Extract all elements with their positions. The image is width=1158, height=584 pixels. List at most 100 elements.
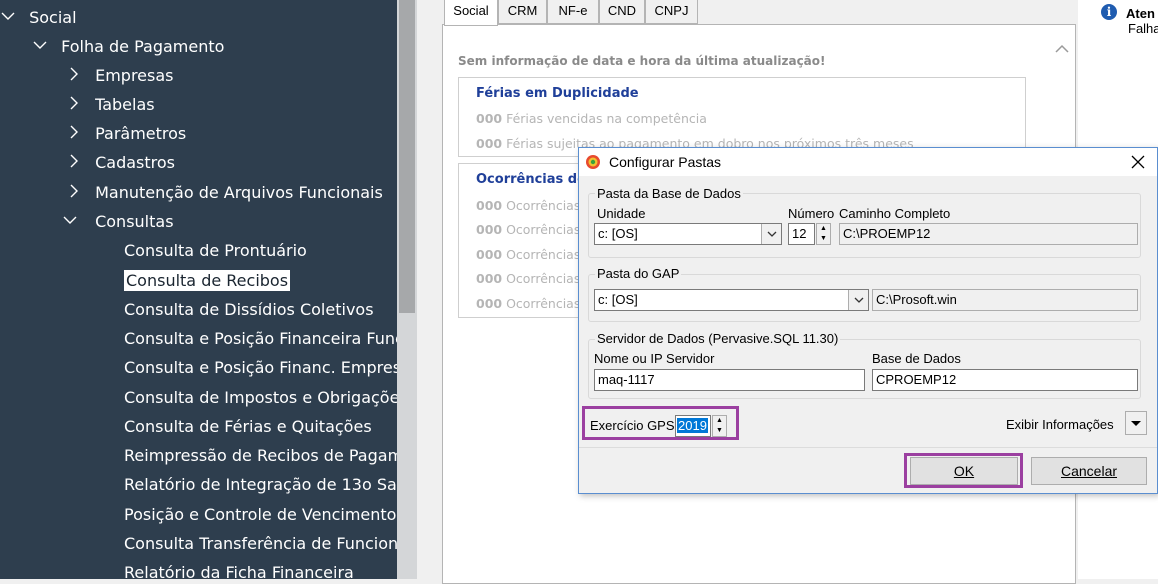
tree-item-tabelas[interactable]: Tabelas bbox=[66, 90, 155, 119]
tree-item-label: Folha de Pagamento bbox=[61, 37, 225, 56]
alert-text: Falha bbox=[1128, 21, 1158, 36]
gap-path-value: C:\Prosoft.win bbox=[876, 292, 957, 307]
tree-leaf-label: Consulta e Posição Financeira Funci bbox=[124, 329, 397, 348]
cancel-button[interactable]: Cancelar bbox=[1031, 457, 1147, 485]
tree-leaf-label: Consulta de Prontuário bbox=[124, 241, 307, 260]
tree-leaf-label: Consulta de Férias e Quitações bbox=[124, 417, 372, 436]
ocorrencias-line: 000 Ocorrências bbox=[476, 247, 580, 262]
tree-item-label: Cadastros bbox=[95, 153, 175, 172]
tree-leaf-label: Relatório de Integração de 13o Salár bbox=[124, 475, 397, 494]
tree-leaf-label: Consulta de Recibos bbox=[124, 270, 291, 291]
scroll-up-icon[interactable] bbox=[1054, 42, 1072, 62]
chevron-right-icon bbox=[66, 91, 82, 120]
tree-item-social[interactable]: Social bbox=[0, 3, 77, 32]
sidebar-scroll-thumb[interactable] bbox=[399, 0, 415, 313]
line-text: Ocorrências bbox=[506, 247, 581, 262]
base-dados-legend: Pasta da Base de Dados bbox=[595, 186, 743, 201]
chevron-down-icon[interactable] bbox=[848, 290, 868, 310]
numero-input[interactable]: 12 bbox=[788, 223, 815, 245]
divider bbox=[579, 447, 1157, 448]
update-info-text: Sem informação de data e hora da última … bbox=[458, 54, 826, 68]
tab-nfe[interactable]: NF-e bbox=[547, 0, 599, 24]
ok-highlight bbox=[904, 453, 1023, 488]
tree-item-label: Consultas bbox=[95, 212, 174, 231]
gap-unidade-combo[interactable]: c: [OS] bbox=[594, 289, 869, 311]
tree-leaf-posicao-financ-empresa[interactable]: Consulta e Posição Financ. Empresar bbox=[124, 353, 397, 382]
close-icon[interactable] bbox=[1127, 151, 1149, 173]
base-dados-input[interactable]: CPROEMP12 bbox=[872, 369, 1138, 391]
numero-value: 12 bbox=[792, 226, 807, 241]
ocorrencias-title: Ocorrências de bbox=[476, 172, 586, 187]
unidade-combo[interactable]: c: [OS] bbox=[594, 223, 782, 245]
tree-leaf-ficha-financeira[interactable]: Relatório da Ficha Financeira bbox=[124, 558, 354, 579]
line-text: Ocorrências bbox=[506, 296, 581, 311]
chevron-right-icon bbox=[66, 120, 82, 149]
gap-legend: Pasta do GAP bbox=[595, 266, 682, 281]
count: 000 bbox=[476, 198, 503, 213]
tree-leaf-dissidios[interactable]: Consulta de Dissídios Coletivos bbox=[124, 295, 374, 324]
tab-cnpj[interactable]: CNPJ bbox=[645, 0, 698, 24]
alert-title: Aten bbox=[1126, 6, 1155, 21]
tree-leaf-label: Consulta e Posição Financ. Empresar bbox=[124, 358, 397, 377]
chevron-down-icon bbox=[0, 4, 16, 33]
servidor-input[interactable]: maq-1117 bbox=[594, 369, 865, 391]
ocorrencias-line: 000 Ocorrências bbox=[476, 271, 580, 286]
tree-item-parametros[interactable]: Parâmetros bbox=[66, 119, 186, 148]
tree-item-label: Tabelas bbox=[95, 95, 155, 114]
tree-leaf-reimpressao-recibos[interactable]: Reimpressão de Recibos de Pagamen bbox=[124, 441, 397, 470]
gap-unidade-value: c: [OS] bbox=[598, 292, 638, 307]
tree-leaf-posicao-financeira-func[interactable]: Consulta e Posição Financeira Funci bbox=[124, 324, 397, 353]
chevron-down-icon[interactable] bbox=[761, 224, 781, 244]
tree-leaf-label: Consulta de Impostos e Obrigações bbox=[124, 388, 397, 407]
tree-item-cadastros[interactable]: Cadastros bbox=[66, 148, 175, 177]
gap-path-field: C:\Prosoft.win bbox=[872, 289, 1138, 311]
tree-leaf-consulta-prontuario[interactable]: Consulta de Prontuário bbox=[124, 236, 307, 265]
base-dados-value: CPROEMP12 bbox=[876, 372, 957, 387]
tree-item-consultas[interactable]: Consultas bbox=[62, 207, 174, 236]
tree-item-empresas[interactable]: Empresas bbox=[66, 61, 174, 90]
tree-leaf-impostos[interactable]: Consulta de Impostos e Obrigações bbox=[124, 383, 397, 412]
tab-social[interactable]: Social bbox=[444, 0, 498, 26]
tree-item-label: Parâmetros bbox=[95, 124, 187, 143]
base-dados-label: Base de Dados bbox=[872, 351, 961, 366]
info-icon: i bbox=[1101, 4, 1117, 20]
chevron-down-icon bbox=[62, 208, 78, 237]
ferias-title: Férias em Duplicidade bbox=[476, 86, 639, 101]
unidade-label: Unidade bbox=[597, 206, 646, 221]
exercicio-highlight bbox=[582, 406, 739, 440]
tree-leaf-transferencia[interactable]: Consulta Transferência de Funcioná bbox=[124, 529, 397, 558]
tree-leaf-ferias-quitacoes[interactable]: Consulta de Férias e Quitações bbox=[124, 412, 372, 441]
navigation-tree: Social Folha de Pagamento Empresas Tabel… bbox=[0, 0, 397, 579]
tree-item-manutencao-arquivos[interactable]: Manutenção de Arquivos Funcionais bbox=[66, 178, 383, 207]
tree-leaf-integracao-13[interactable]: Relatório de Integração de 13o Salár bbox=[124, 470, 397, 499]
tree-item-folha-de-pagamento[interactable]: Folha de Pagamento bbox=[32, 32, 224, 61]
spin-up-icon[interactable]: ▲ bbox=[817, 224, 830, 234]
tree-leaf-consulta-recibos[interactable]: Consulta de Recibos bbox=[124, 266, 291, 295]
numero-label: Número bbox=[788, 206, 835, 221]
ocorrencias-line: 000 Ocorrências bbox=[476, 296, 580, 311]
numero-spinner[interactable]: ▲ ▼ bbox=[816, 223, 831, 245]
line-text: Férias vencidas na competência bbox=[506, 111, 707, 126]
count: 000 bbox=[476, 136, 503, 151]
line-text: Ocorrências bbox=[506, 198, 581, 213]
tab-crm[interactable]: CRM bbox=[498, 0, 547, 24]
unidade-value: c: [OS] bbox=[598, 226, 638, 241]
ferias-line: 000 Férias vencidas na competência bbox=[476, 111, 707, 126]
servidor-value: maq-1117 bbox=[598, 372, 655, 387]
tree-leaf-label: Consulta de Dissídios Coletivos bbox=[124, 300, 374, 319]
count: 000 bbox=[476, 271, 503, 286]
tree-leaf-label: Reimpressão de Recibos de Pagamen bbox=[124, 446, 397, 465]
ocorrencias-line: 000 Ocorrências bbox=[476, 198, 580, 213]
ocorrencias-line: 000 Ocorrências bbox=[476, 222, 580, 237]
tree-item-label: Social bbox=[29, 8, 77, 27]
chevron-right-icon bbox=[66, 149, 82, 178]
tab-cnd[interactable]: CND bbox=[599, 0, 645, 24]
caminho-value: C:\PROEMP12 bbox=[843, 226, 931, 241]
exibir-informacoes-dropdown[interactable] bbox=[1125, 411, 1147, 435]
configurar-pastas-dialog: Configurar Pastas Pasta da Base de Dados… bbox=[578, 147, 1158, 494]
count: 000 bbox=[476, 247, 503, 262]
tree-leaf-vencimentos[interactable]: Posição e Controle de Vencimentos bbox=[124, 500, 397, 529]
caminho-label: Caminho Completo bbox=[839, 206, 951, 221]
tree-leaf-label: Consulta Transferência de Funcioná bbox=[124, 534, 397, 553]
spin-down-icon[interactable]: ▼ bbox=[817, 234, 830, 244]
